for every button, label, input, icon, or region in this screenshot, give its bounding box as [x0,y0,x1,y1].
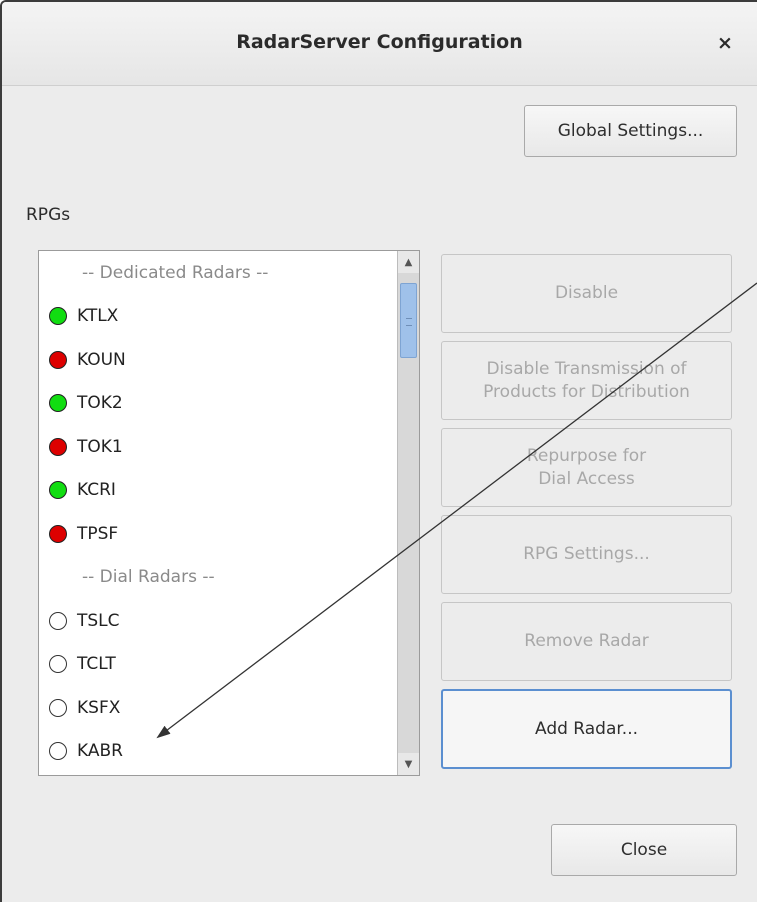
status-indicator-icon [49,742,67,761]
list-scrollbar[interactable]: ▲ ▼ [397,251,419,775]
rpg-list-item[interactable]: TPSF [39,512,399,556]
rpg-name: TOK2 [77,393,123,414]
status-indicator-icon [49,655,67,674]
rpg-name: TSLC [77,610,120,631]
disable-transmission-line1: Disable Transmission of [486,359,687,380]
add-radar-button[interactable]: Add Radar... [441,689,732,769]
rpg-name: KCRI [77,480,116,501]
rpg-list[interactable]: -- Dedicated Radars -- KTLX KOUN TOK2 TOK1 KC… [38,250,420,776]
radarserver-config-dialog: RadarServer Configuration × Global Setti… [0,0,757,902]
rpg-name: TOK1 [77,436,123,457]
rpg-list-item[interactable]: KABR [39,730,399,774]
status-indicator-icon [49,437,67,456]
rpg-list-item[interactable]: TOK2 [39,382,399,426]
rpg-name: KOUN [77,349,126,370]
list-section-header: -- Dial Radars -- [39,556,399,600]
rpg-list-item[interactable]: KTLX [39,295,399,339]
disable-transmission-line2: Products for Distribution [483,381,690,402]
rpg-name: KSFX [77,697,121,718]
close-button[interactable]: Close [551,824,737,876]
rpg-settings-button[interactable]: RPG Settings... [441,515,732,594]
close-icon[interactable]: × [715,32,735,54]
rpg-name: TPSF [77,523,119,544]
rpg-list-item[interactable]: TCLT [39,643,399,687]
status-indicator-icon [49,698,67,717]
rpg-list-item[interactable]: TSLC [39,599,399,643]
rpg-name: KABR [77,741,123,762]
rpg-list-item[interactable]: KCRI [39,469,399,513]
repurpose-dial-access-button[interactable]: Repurpose for Dial Access [441,428,732,507]
status-indicator-icon [49,611,67,630]
rpg-list-item[interactable]: KSFX [39,686,399,730]
status-indicator-icon [49,350,67,369]
disable-button[interactable]: Disable [441,254,732,333]
title-bar: RadarServer Configuration × [2,2,757,86]
status-indicator-icon [49,307,67,326]
rpgs-label: RPGs [26,205,71,225]
global-settings-button[interactable]: Global Settings... [524,105,737,157]
status-indicator-icon [49,524,67,543]
rpg-list-item[interactable] [39,773,399,775]
scroll-up-icon[interactable]: ▲ [398,251,419,273]
section-header-label: -- Dedicated Radars -- [82,262,269,283]
repurpose-line2: Dial Access [538,468,635,489]
rpg-name: TCLT [77,654,116,675]
rpg-list-item[interactable]: TOK1 [39,425,399,469]
remove-radar-button[interactable]: Remove Radar [441,602,732,681]
rpg-list-items: -- Dedicated Radars -- KTLX KOUN TOK2 TOK1 KC… [39,251,399,775]
scrollbar-thumb[interactable] [400,283,417,358]
status-indicator-icon [49,394,67,413]
rpg-name: KTLX [77,306,119,327]
repurpose-line1: Repurpose for [526,446,647,467]
dialog-title: RadarServer Configuration [236,31,523,53]
status-indicator-icon [49,481,67,500]
rpg-list-item[interactable]: KOUN [39,338,399,382]
section-header-label: -- Dial Radars -- [82,567,215,588]
scroll-down-icon[interactable]: ▼ [398,753,419,775]
list-section-header: -- Dedicated Radars -- [39,251,399,295]
disable-transmission-button[interactable]: Disable Transmission of Products for Dis… [441,341,732,420]
